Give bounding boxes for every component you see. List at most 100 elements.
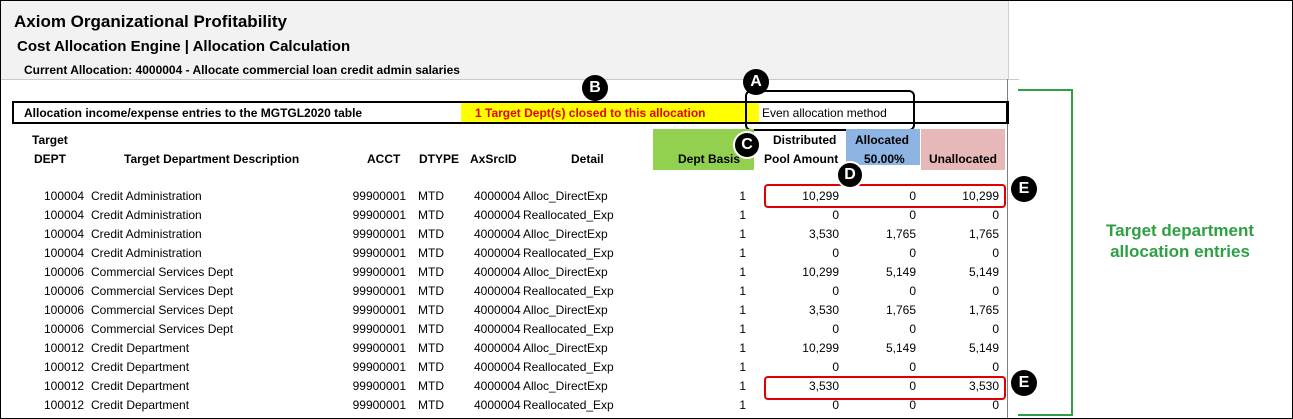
cell-description: Credit Department [91, 360, 190, 374]
cell-dtype: MTD [418, 208, 444, 222]
cell-detail: Reallocated_Exp [523, 398, 614, 412]
cell-unallocated: 0 [992, 360, 999, 374]
cell-detail: Alloc_DirectExp [523, 379, 608, 393]
cell-detail: Reallocated_Exp [523, 322, 614, 336]
cell-acct: 99900001 [352, 303, 406, 317]
callout-d-badge: D [836, 161, 864, 189]
cell-dtype: MTD [418, 322, 444, 336]
cell-dept: 100006 [44, 322, 85, 336]
col-unallocated: Unallocated [929, 152, 998, 166]
cell-detail: Reallocated_Exp [523, 360, 614, 374]
cell-unallocated: 5,149 [968, 265, 999, 279]
cell-unallocated: 0 [992, 284, 999, 298]
col-description: Target Department Description [124, 152, 300, 166]
col-dtype: DTYPE [419, 152, 460, 166]
report-subtitle: Cost Allocation Engine | Allocation Calc… [17, 38, 351, 55]
cell-axsrcid: 4000004 [474, 189, 521, 203]
report-header: Axiom Organizational Profitability Cost … [1, 1, 1009, 79]
side-label: Target department allocation entries [1085, 220, 1275, 262]
cell-axsrcid: 4000004 [474, 341, 521, 355]
cell-dept: 100004 [44, 227, 85, 241]
cell-dept: 100012 [44, 379, 85, 393]
cell-axsrcid: 4000004 [474, 322, 521, 336]
cell-dtype: MTD [418, 379, 444, 393]
cell-dtype: MTD [418, 189, 444, 203]
cell-dept: 100006 [44, 284, 85, 298]
cell-unallocated: 0 [992, 398, 999, 412]
col-axsrcid: AxSrcID [470, 152, 517, 166]
cell-description: Credit Administration [91, 246, 202, 260]
target-table-name[interactable]: MGTGL2020 [261, 106, 331, 120]
side-label-line2: allocation entries [1110, 242, 1250, 261]
cell-dtype: MTD [418, 246, 444, 260]
cell-description: Credit Administration [91, 208, 202, 222]
sheet-right-edge [1007, 79, 1008, 418]
cell-allocated: 5,149 [885, 265, 916, 279]
cell-acct: 99900001 [352, 189, 406, 203]
cell-axsrcid: 4000004 [474, 246, 521, 260]
cell-dept: 100012 [44, 398, 85, 412]
cell-axsrcid: 4000004 [474, 284, 521, 298]
cell-dept-basis: 1 [739, 265, 746, 279]
col-detail: Detail [571, 152, 604, 166]
col-target-dept: DEPT [34, 152, 67, 166]
cell-axsrcid: 4000004 [474, 208, 521, 222]
cell-detail: Alloc_DirectExp [523, 341, 608, 355]
cell-dept-basis: 1 [739, 227, 746, 241]
cell-unallocated: 1,765 [968, 303, 999, 317]
cell-axsrcid: 4000004 [474, 379, 521, 393]
side-label-line1: Target department [1106, 221, 1254, 240]
col-distributed-line1: Distributed [773, 133, 837, 147]
header-divider [1, 79, 1019, 80]
cell-acct: 99900001 [352, 322, 406, 336]
cell-description: Credit Administration [91, 227, 202, 241]
col-acct: ACCT [367, 152, 401, 166]
callout-b-badge: B [582, 75, 608, 101]
report-title: Axiom Organizational Profitability [14, 12, 287, 31]
cell-unallocated: 0 [992, 246, 999, 260]
cell-dept-basis: 1 [739, 341, 746, 355]
cell-axsrcid: 4000004 [474, 227, 521, 241]
cell-allocated: 0 [909, 398, 916, 412]
cell-detail: Alloc_DirectExp [523, 189, 608, 203]
cell-axsrcid: 4000004 [474, 360, 521, 374]
cell-description: Commercial Services Dept [91, 284, 234, 298]
cell-unallocated: 0 [992, 208, 999, 222]
cell-dept-basis: 1 [739, 322, 746, 336]
cell-dept-basis: 1 [739, 398, 746, 412]
cell-detail: Reallocated_Exp [523, 208, 614, 222]
col-allocated-pct: 50.00% [864, 152, 905, 166]
entries-bracket [1018, 89, 1073, 416]
cell-description: Credit Administration [91, 189, 202, 203]
cell-dtype: MTD [418, 398, 444, 412]
cell-axsrcid: 4000004 [474, 265, 521, 279]
cell-description: Commercial Services Dept [91, 265, 234, 279]
cell-dept-basis: 1 [739, 208, 746, 222]
cell-acct: 99900001 [352, 398, 406, 412]
cell-unallocated: 5,149 [968, 341, 999, 355]
cell-dept-basis: 1 [739, 246, 746, 260]
cell-acct: 99900001 [352, 341, 406, 355]
cell-dept: 100004 [44, 246, 85, 260]
cell-detail: Alloc_DirectExp [523, 265, 608, 279]
cell-acct: 99900001 [352, 284, 406, 298]
cell-detail: Reallocated_Exp [523, 284, 614, 298]
cell-description: Commercial Services Dept [91, 322, 234, 336]
cell-dept-basis: 1 [739, 379, 746, 393]
cell-dept: 100012 [44, 360, 85, 374]
entries-prefix: Allocation income/expense entries to the [24, 106, 261, 120]
cell-axsrcid: 4000004 [474, 303, 521, 317]
cell-allocated: 0 [909, 284, 916, 298]
col-target-line1: Target [32, 133, 68, 147]
cell-dept-basis: 1 [739, 284, 746, 298]
cell-allocated: 1,765 [885, 227, 916, 241]
cell-dtype: MTD [418, 341, 444, 355]
cell-axsrcid: 4000004 [474, 398, 521, 412]
closed-dept-text: 1 Target Dept(s) closed to this allocati… [475, 106, 706, 120]
cell-description: Credit Department [91, 379, 190, 393]
cell-dtype: MTD [418, 265, 444, 279]
cell-acct: 99900001 [352, 246, 406, 260]
highlight-box-row11 [764, 376, 1006, 400]
col-allocated-line1: Allocated [855, 133, 910, 147]
entries-description: Allocation income/expense entries to the… [24, 106, 362, 120]
